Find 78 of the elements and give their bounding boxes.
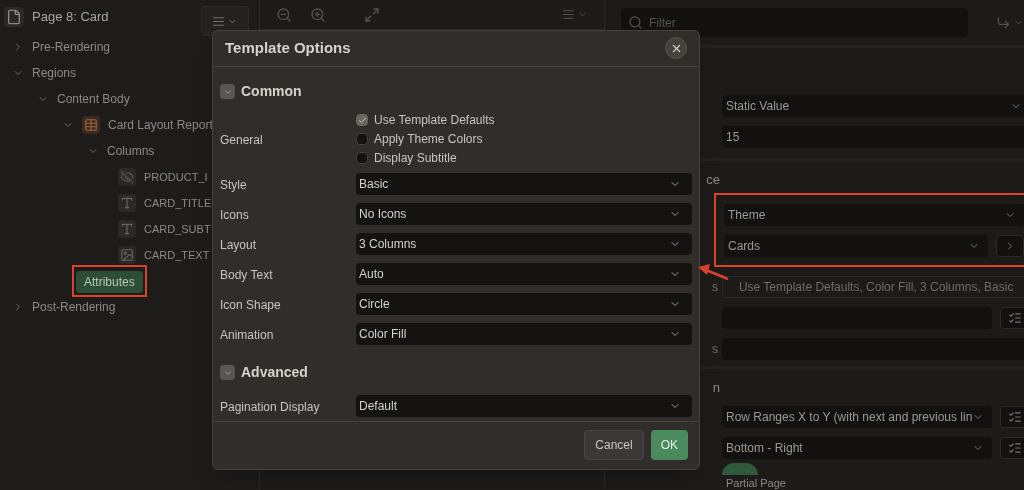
page-title: Page 8: Card [32,8,109,27]
field-label: Style [220,177,247,192]
attributes-button[interactable]: Attributes [76,271,143,293]
page-icon [4,7,24,27]
close-button[interactable] [665,37,687,60]
search-icon [628,15,643,30]
select-field[interactable]: Theme [724,203,1024,226]
property-label: s [712,341,718,356]
field-label: Animation [220,327,274,342]
select-field[interactable]: No Icons [356,202,692,225]
checkbox[interactable] [356,152,368,165]
tree-item[interactable]: Columns [107,142,155,160]
select-field[interactable]: Bottom - Right [722,436,993,459]
input-field[interactable]: 15 [722,125,1024,148]
list-button[interactable] [1000,436,1024,459]
section-title: Advanced [241,363,308,383]
select-field[interactable]: 3 Columns [356,232,692,255]
select-field[interactable]: Static Value [722,94,1024,117]
cancel-button[interactable]: Cancel [584,430,644,461]
field-label: Layout [220,237,257,252]
section-title: Common [241,82,302,102]
list-icon [1008,409,1023,424]
zoom-in-icon[interactable] [310,6,326,23]
section-heading: ce [706,172,720,187]
toggle-switch[interactable] [722,463,758,475]
tree-item[interactable]: Card Layout Report [108,116,213,134]
field-label: Icons [220,207,249,222]
menu-button[interactable] [562,8,588,21]
hidden-icon [118,168,136,186]
ok-button[interactable]: OK [650,430,688,461]
filter-field[interactable]: Filter [621,8,968,37]
expand-icon[interactable] [364,6,380,23]
table-icon [82,116,100,134]
select-field[interactable]: Cards [724,234,989,257]
tree-item[interactable]: Content Body [57,90,130,108]
select-field[interactable]: Color Fill [356,322,692,345]
tree-item[interactable]: CARD_TEXT [144,246,210,264]
image-icon [118,246,136,264]
tree-item[interactable]: Post-Rendering [32,298,116,316]
menu-icon [562,8,575,21]
annotation-arrow [696,262,730,282]
tree-item[interactable]: Pre-Rendering [32,38,111,56]
field-label: Pagination Display [220,399,320,414]
open-dialog-button[interactable] [996,234,1024,257]
zoom-out-icon[interactable] [276,6,292,23]
checkbox-label: Use Template Defaults [374,112,495,130]
select-field[interactable]: Auto [356,262,692,285]
select-field[interactable]: Default [356,394,692,417]
tree-item[interactable]: PRODUCT_I [144,168,208,186]
checkbox-label: Apply Theme Colors [374,131,483,149]
text-icon [118,220,136,238]
select-field[interactable]: Basic [356,172,692,195]
property-label: s [712,279,718,294]
field-label: Body Text [220,267,273,282]
field-label: Icon Shape [220,297,281,312]
menu-icon [212,14,225,28]
tree-item[interactable]: CARD_TITLE [144,194,212,212]
list-icon [1008,440,1023,455]
list-button[interactable] [1000,405,1024,428]
collapse-button[interactable] [220,365,235,381]
select-field[interactable]: Circle [356,292,692,315]
go-to-button[interactable] [996,15,1024,30]
list-button[interactable] [1000,306,1024,329]
tree-item[interactable]: CARD_SUBT [144,220,211,238]
checkbox-label: Display Subtitle [374,150,457,168]
list-icon [1008,310,1023,325]
text-icon [118,194,136,212]
checkbox[interactable] [356,114,368,127]
collapse-button[interactable] [220,84,235,100]
select-field[interactable]: Row Ranges X to Y (with next and previous lin [722,405,993,428]
dialog-title: Template Options [225,38,351,59]
tree-item[interactable]: Regions [32,64,77,82]
section-heading: n [712,380,720,395]
check-icon [357,115,367,125]
property-label: Partial Page [726,477,786,489]
arrow-icon [996,15,1012,30]
field-label: General [220,133,263,148]
checkbox[interactable] [356,133,368,146]
